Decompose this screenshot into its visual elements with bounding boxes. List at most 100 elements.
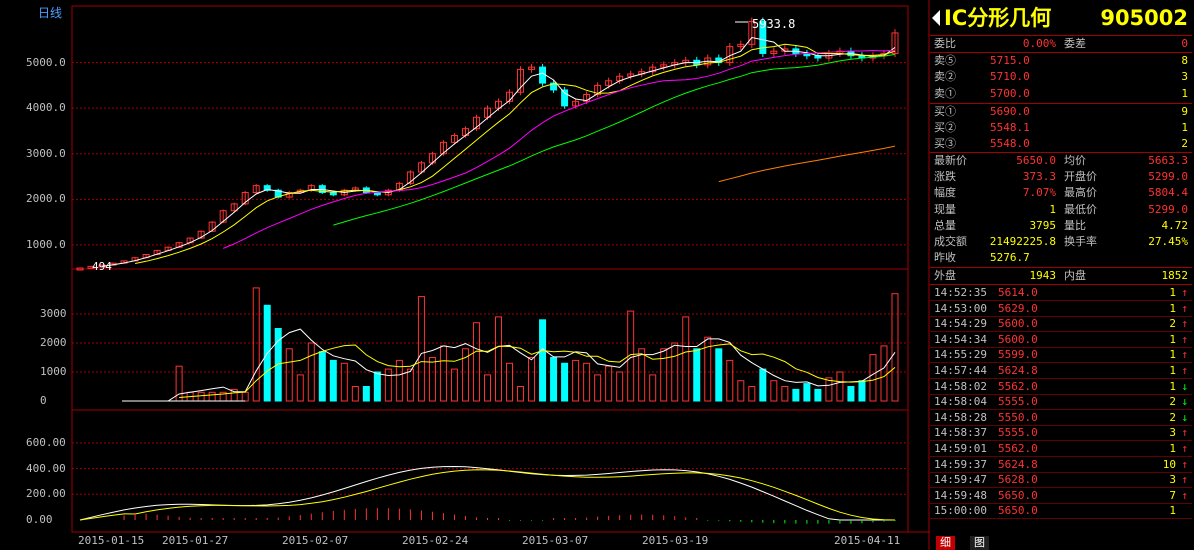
tick-price: 5600.0 xyxy=(998,332,1038,346)
quote-row[interactable]: 现量 1 最低价 5299.0 xyxy=(930,202,1192,218)
price-panel-frame xyxy=(71,5,909,270)
quote-key: 买① xyxy=(934,105,956,118)
inner-value: 1852 xyxy=(1161,269,1189,282)
trade-tick-row[interactable]: 15:00:00 5650.0 1 xyxy=(930,503,1192,519)
quote-row[interactable]: 成交额 21492225.8 换手率 27.45% xyxy=(930,234,1192,250)
trade-tick-row[interactable]: 14:53:00 5629.0 1 ↑ xyxy=(930,301,1192,317)
quote-value-2: 1 xyxy=(1181,121,1188,134)
ma20-line xyxy=(223,49,896,249)
tick-price: 5624.8 xyxy=(998,457,1038,471)
quote-value-2: 3 xyxy=(1181,70,1188,83)
tick-price: 5600.0 xyxy=(998,317,1038,331)
trade-tick-row[interactable]: 14:57:44 5624.8 1 ↑ xyxy=(930,363,1192,379)
date-tick-label: 2015-02-24 xyxy=(402,534,469,547)
quote-value-2: 9 xyxy=(1181,105,1188,118)
volume-bar xyxy=(693,348,701,402)
quote-value: 7.07% xyxy=(1022,186,1056,199)
quote-row[interactable]: 最新价 5650.0 均价 5663.3 xyxy=(930,153,1192,169)
quote-key-2: 委差 xyxy=(1064,37,1086,50)
quote-row[interactable]: 委比 0.00% 委差 0 xyxy=(930,36,1192,52)
quote-row[interactable]: 卖⑤ 5715.0 8 xyxy=(930,53,1192,69)
quote-row[interactable]: 买③ 5548.0 2 xyxy=(930,136,1192,152)
candle xyxy=(329,192,337,196)
tick-qty: 3 xyxy=(1169,473,1176,487)
trade-tick-row[interactable]: 14:58:04 5555.0 2 ↓ xyxy=(930,394,1192,410)
quote-key: 成交额 xyxy=(934,235,967,248)
quote-row[interactable]: 幅度 7.07% 最高价 5804.4 xyxy=(930,185,1192,201)
tab-detail[interactable]: 细 xyxy=(936,536,955,550)
trade-tick-row[interactable]: 14:52:35 5614.0 1 ↑ xyxy=(930,285,1192,301)
quote-key: 买② xyxy=(934,121,956,134)
quote-row[interactable]: 卖② 5710.0 3 xyxy=(930,69,1192,85)
trade-tick-row[interactable]: 14:55:29 5599.0 1 ↑ xyxy=(930,347,1192,363)
panel-divider-line xyxy=(930,103,1192,104)
volume-bar xyxy=(208,391,216,402)
quote-row[interactable]: 涨跌 373.3 开盘价 5299.0 xyxy=(930,169,1192,185)
quote-value: 5548.1 xyxy=(990,121,1030,134)
volume-bar xyxy=(594,374,602,402)
trade-tick-row[interactable]: 14:59:37 5624.8 10 ↑ xyxy=(930,457,1192,473)
quote-row[interactable]: 买① 5690.0 9 xyxy=(930,104,1192,120)
macd-tick-label: 600.00 xyxy=(26,435,66,449)
quote-value: 5690.0 xyxy=(990,105,1030,118)
quote-row[interactable]: 买② 5548.1 1 xyxy=(930,120,1192,136)
prev-arrow-icon[interactable] xyxy=(932,10,940,26)
trade-tick-row[interactable]: 14:59:47 5628.0 3 ↑ xyxy=(930,472,1192,488)
trade-tick-row[interactable]: 14:58:02 5562.0 1 ↓ xyxy=(930,379,1192,395)
volume-bar xyxy=(472,322,480,402)
volume-bar xyxy=(528,357,536,402)
tab-chart[interactable]: 图 xyxy=(970,536,989,550)
volume-bar xyxy=(638,348,646,402)
quote-row[interactable]: 总量 3795 量比 4.72 xyxy=(930,218,1192,234)
trade-tick-row[interactable]: 14:59:01 5562.0 1 ↑ xyxy=(930,441,1192,457)
volume-bar xyxy=(539,319,547,402)
tick-direction-icon: ↑ xyxy=(1181,488,1188,502)
quote-key: 总量 xyxy=(934,219,956,232)
quote-value-2: 5299.0 xyxy=(1148,203,1188,216)
tick-time: 14:58:37 xyxy=(934,426,987,440)
quote-row[interactable]: 昨收 5276.7 xyxy=(930,250,1192,266)
quote-row[interactable]: 卖① 5700.0 1 xyxy=(930,86,1192,102)
tick-time: 14:58:28 xyxy=(934,410,987,424)
trade-tick-row[interactable]: 14:54:34 5600.0 1 ↑ xyxy=(930,332,1192,348)
price-tick-label: 5000.0 xyxy=(26,55,66,69)
tick-time: 14:55:29 xyxy=(934,348,987,362)
macd-tick-label: 400.00 xyxy=(26,461,66,475)
trade-tick-row[interactable]: 14:58:28 5550.0 2 ↓ xyxy=(930,410,1192,426)
quote-key-2: 最低价 xyxy=(1064,203,1097,216)
date-tick-label: 2015-03-19 xyxy=(642,534,709,547)
quote-key-2: 开盘价 xyxy=(1064,170,1097,183)
quote-value-2: 5663.3 xyxy=(1148,154,1188,167)
quote-key-2: 均价 xyxy=(1064,154,1086,167)
tick-price: 5624.8 xyxy=(998,364,1038,377)
volume-bar xyxy=(660,348,668,402)
volume-bar xyxy=(495,316,503,402)
macd-panel-frame xyxy=(71,409,909,533)
volume-bar xyxy=(517,386,525,402)
quote-key: 现量 xyxy=(934,203,956,216)
tick-price: 5562.0 xyxy=(998,379,1038,393)
outer-inner-row[interactable]: 外盘 1943 内盘 1852 xyxy=(930,268,1192,284)
price-tick-label: 2000.0 xyxy=(26,192,66,206)
tick-direction-icon: ↑ xyxy=(1181,473,1188,487)
volume-bar xyxy=(715,348,723,402)
quote-value-2: 1 xyxy=(1181,87,1188,100)
tick-qty: 1 xyxy=(1169,286,1176,299)
quote-value: 5276.7 xyxy=(990,251,1030,264)
volume-tick-label: 0 xyxy=(40,394,47,407)
quote-value-2: 5804.4 xyxy=(1148,186,1188,199)
quote-value: 373.3 xyxy=(1022,170,1056,183)
period-label[interactable]: 日线 xyxy=(38,7,62,20)
volume-bar xyxy=(197,391,205,402)
quote-key: 卖② xyxy=(934,70,956,83)
trade-tick-row[interactable]: 14:54:29 5600.0 2 ↑ xyxy=(930,316,1192,332)
quote-title-bar: IC分形几何 905002 xyxy=(930,0,1192,36)
trade-tick-row[interactable]: 14:58:37 5555.0 3 ↑ xyxy=(930,425,1192,441)
quote-key-2: 换手率 xyxy=(1064,235,1097,248)
trade-tick-row[interactable]: 14:59:48 5650.0 7 ↑ xyxy=(930,488,1192,504)
kline-chart[interactable] xyxy=(0,0,930,550)
tick-qty: 2 xyxy=(1169,395,1176,409)
quote-value-2: 4.72 xyxy=(1161,219,1189,232)
tick-direction-icon: ↑ xyxy=(1181,348,1188,362)
volume-bar xyxy=(880,345,888,402)
